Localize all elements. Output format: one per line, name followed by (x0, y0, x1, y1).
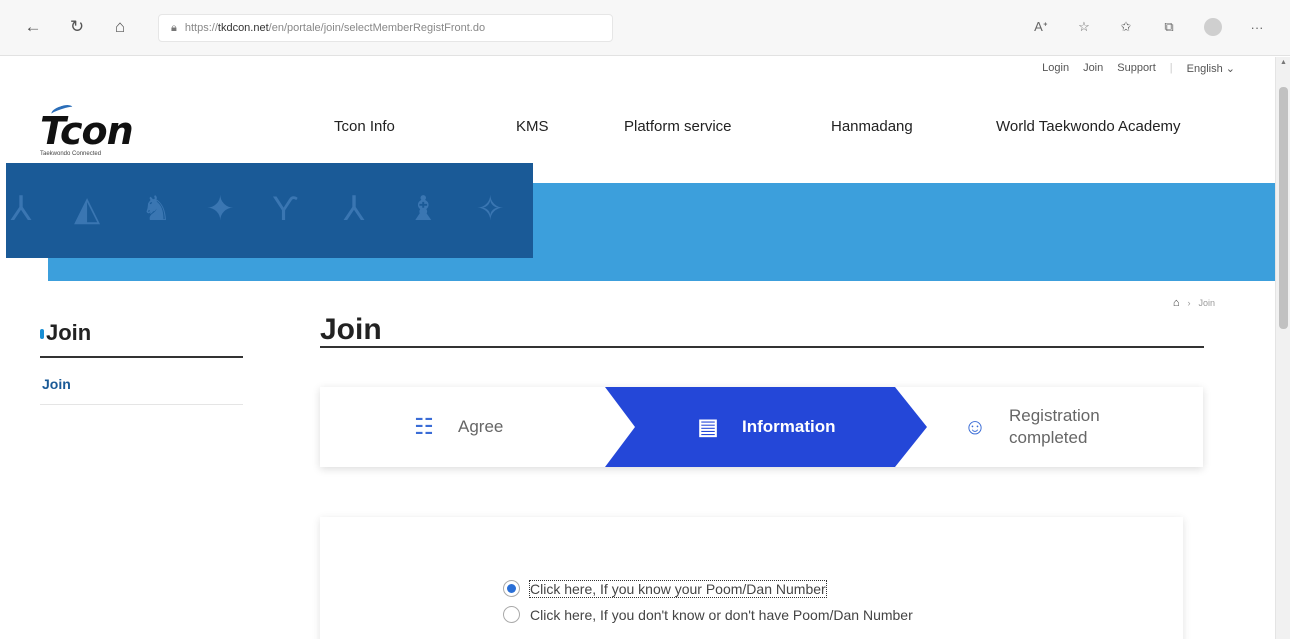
language-select[interactable]: English ⌄ (1187, 62, 1235, 75)
address-bar[interactable]: 🔒︎ https://tkdcon.net/en/portale/join/se… (158, 14, 613, 42)
taekwondo-figure-icon: ♞ (141, 190, 172, 228)
nav-kms[interactable]: KMS (516, 118, 549, 135)
more-icon[interactable]: ··· (1246, 16, 1268, 38)
user-check-icon: ☺ (963, 414, 987, 439)
step-label: Registration completed (1009, 406, 1100, 447)
document-info-icon: ▤ (697, 414, 719, 439)
home-icon[interactable]: ⌂ (109, 16, 131, 38)
option-know-number[interactable]: Click here, If you know your Poom/Dan Nu… (503, 579, 827, 598)
home-icon[interactable]: ⌂ (1173, 297, 1180, 309)
taekwondo-figure-icon: ϒ (272, 190, 299, 228)
scrollbar[interactable]: ▲ (1275, 57, 1290, 639)
nav-tcon-info[interactable]: Tcon Info (334, 118, 395, 135)
favorites-icon[interactable]: ✩ (1115, 16, 1137, 38)
step-label: Information (742, 417, 836, 436)
radio-know-number[interactable] (503, 580, 520, 597)
refresh-icon[interactable]: ↻ (66, 16, 88, 38)
read-aloud-icon[interactable]: Aᐩ (1030, 16, 1052, 38)
radio-label[interactable]: Click here, If you know your Poom/Dan Nu… (529, 579, 827, 598)
scroll-thumb[interactable] (1279, 87, 1288, 329)
progress-steps: ☷ Agree ▤ Information ☺ Registration comp… (320, 387, 1203, 467)
sidebar-title: Join (40, 320, 91, 346)
taekwondo-figure-icon: ✧ (476, 190, 505, 228)
taekwondo-figure-icon: ✦ (206, 190, 235, 228)
browser-toolbar: ← ↻ ⌂ 🔒︎ https://tkdcon.net/en/portale/j… (0, 0, 1290, 56)
divider: | (1169, 62, 1173, 74)
url-prefix: https:// (184, 22, 218, 34)
back-icon[interactable]: ← (22, 16, 44, 38)
favorite-add-icon[interactable]: ☆ (1073, 16, 1095, 38)
web-page: Login Join Support | English ⌄ Tcon Taek… (0, 57, 1275, 639)
taekwondo-figure-icon: ⅄ (10, 190, 32, 228)
lock-icon: 🔒︎ (171, 21, 177, 34)
divider (320, 346, 1204, 348)
taekwondo-figure-icon: ◭ (74, 190, 101, 228)
taekwondo-figure-icon: ♝ (408, 190, 439, 228)
step-registration-completed: ☺ Registration completed (963, 387, 1100, 467)
taekwondo-figure-icon: ⅄ (343, 190, 365, 228)
nav-platform-service[interactable]: Platform service (624, 118, 732, 135)
divider (40, 404, 243, 405)
form-panel: Click here, If you know your Poom/Dan Nu… (320, 517, 1183, 639)
utility-nav: Login Join Support | English ⌄ (1042, 62, 1235, 75)
url-domain: tkdcon.net (217, 22, 269, 34)
step-label: Agree (458, 417, 504, 436)
step-information: ▤ Information (696, 387, 836, 467)
radio-label[interactable]: Click here, If you don't know or don't h… (530, 607, 913, 623)
radio-dont-know-number[interactable] (503, 606, 520, 623)
option-dont-know-number[interactable]: Click here, If you don't know or don't h… (503, 606, 913, 623)
page-title: Join (320, 313, 382, 346)
agree-list-icon: ☷ (414, 414, 434, 439)
banner-title: Great Taekwondo! (552, 163, 1240, 193)
login-link[interactable]: Login (1042, 62, 1069, 75)
banner-figures: ⅄ ◭ ♞ ✦ ϒ ⅄ ♝ ✧ (6, 163, 533, 258)
breadcrumb: ⌂ › Join (1173, 297, 1215, 309)
breadcrumb-current: Join (1198, 298, 1215, 308)
divider (40, 356, 243, 358)
nav-hanmadang[interactable]: Hanmadang (831, 118, 913, 135)
join-link[interactable]: Join (1083, 62, 1103, 75)
url-path: /en/portale/join/selectMemberRegistFront… (268, 22, 486, 34)
sidebar-item-join[interactable]: Join (42, 376, 71, 392)
support-link[interactable]: Support (1117, 62, 1156, 75)
breadcrumb-separator: › (1187, 298, 1191, 308)
bullet-icon (40, 329, 44, 340)
main-nav: Tcon Info KMS Platform service Hanmadang… (0, 118, 1275, 144)
nav-world-taekwondo-academy[interactable]: World Taekwondo Academy (996, 118, 1181, 135)
collections-icon[interactable]: ⧉ (1158, 16, 1180, 38)
step-agree: ☷ Agree (412, 387, 503, 467)
scroll-up-icon[interactable]: ▲ (1280, 59, 1287, 66)
profile-icon[interactable] (1202, 16, 1224, 38)
